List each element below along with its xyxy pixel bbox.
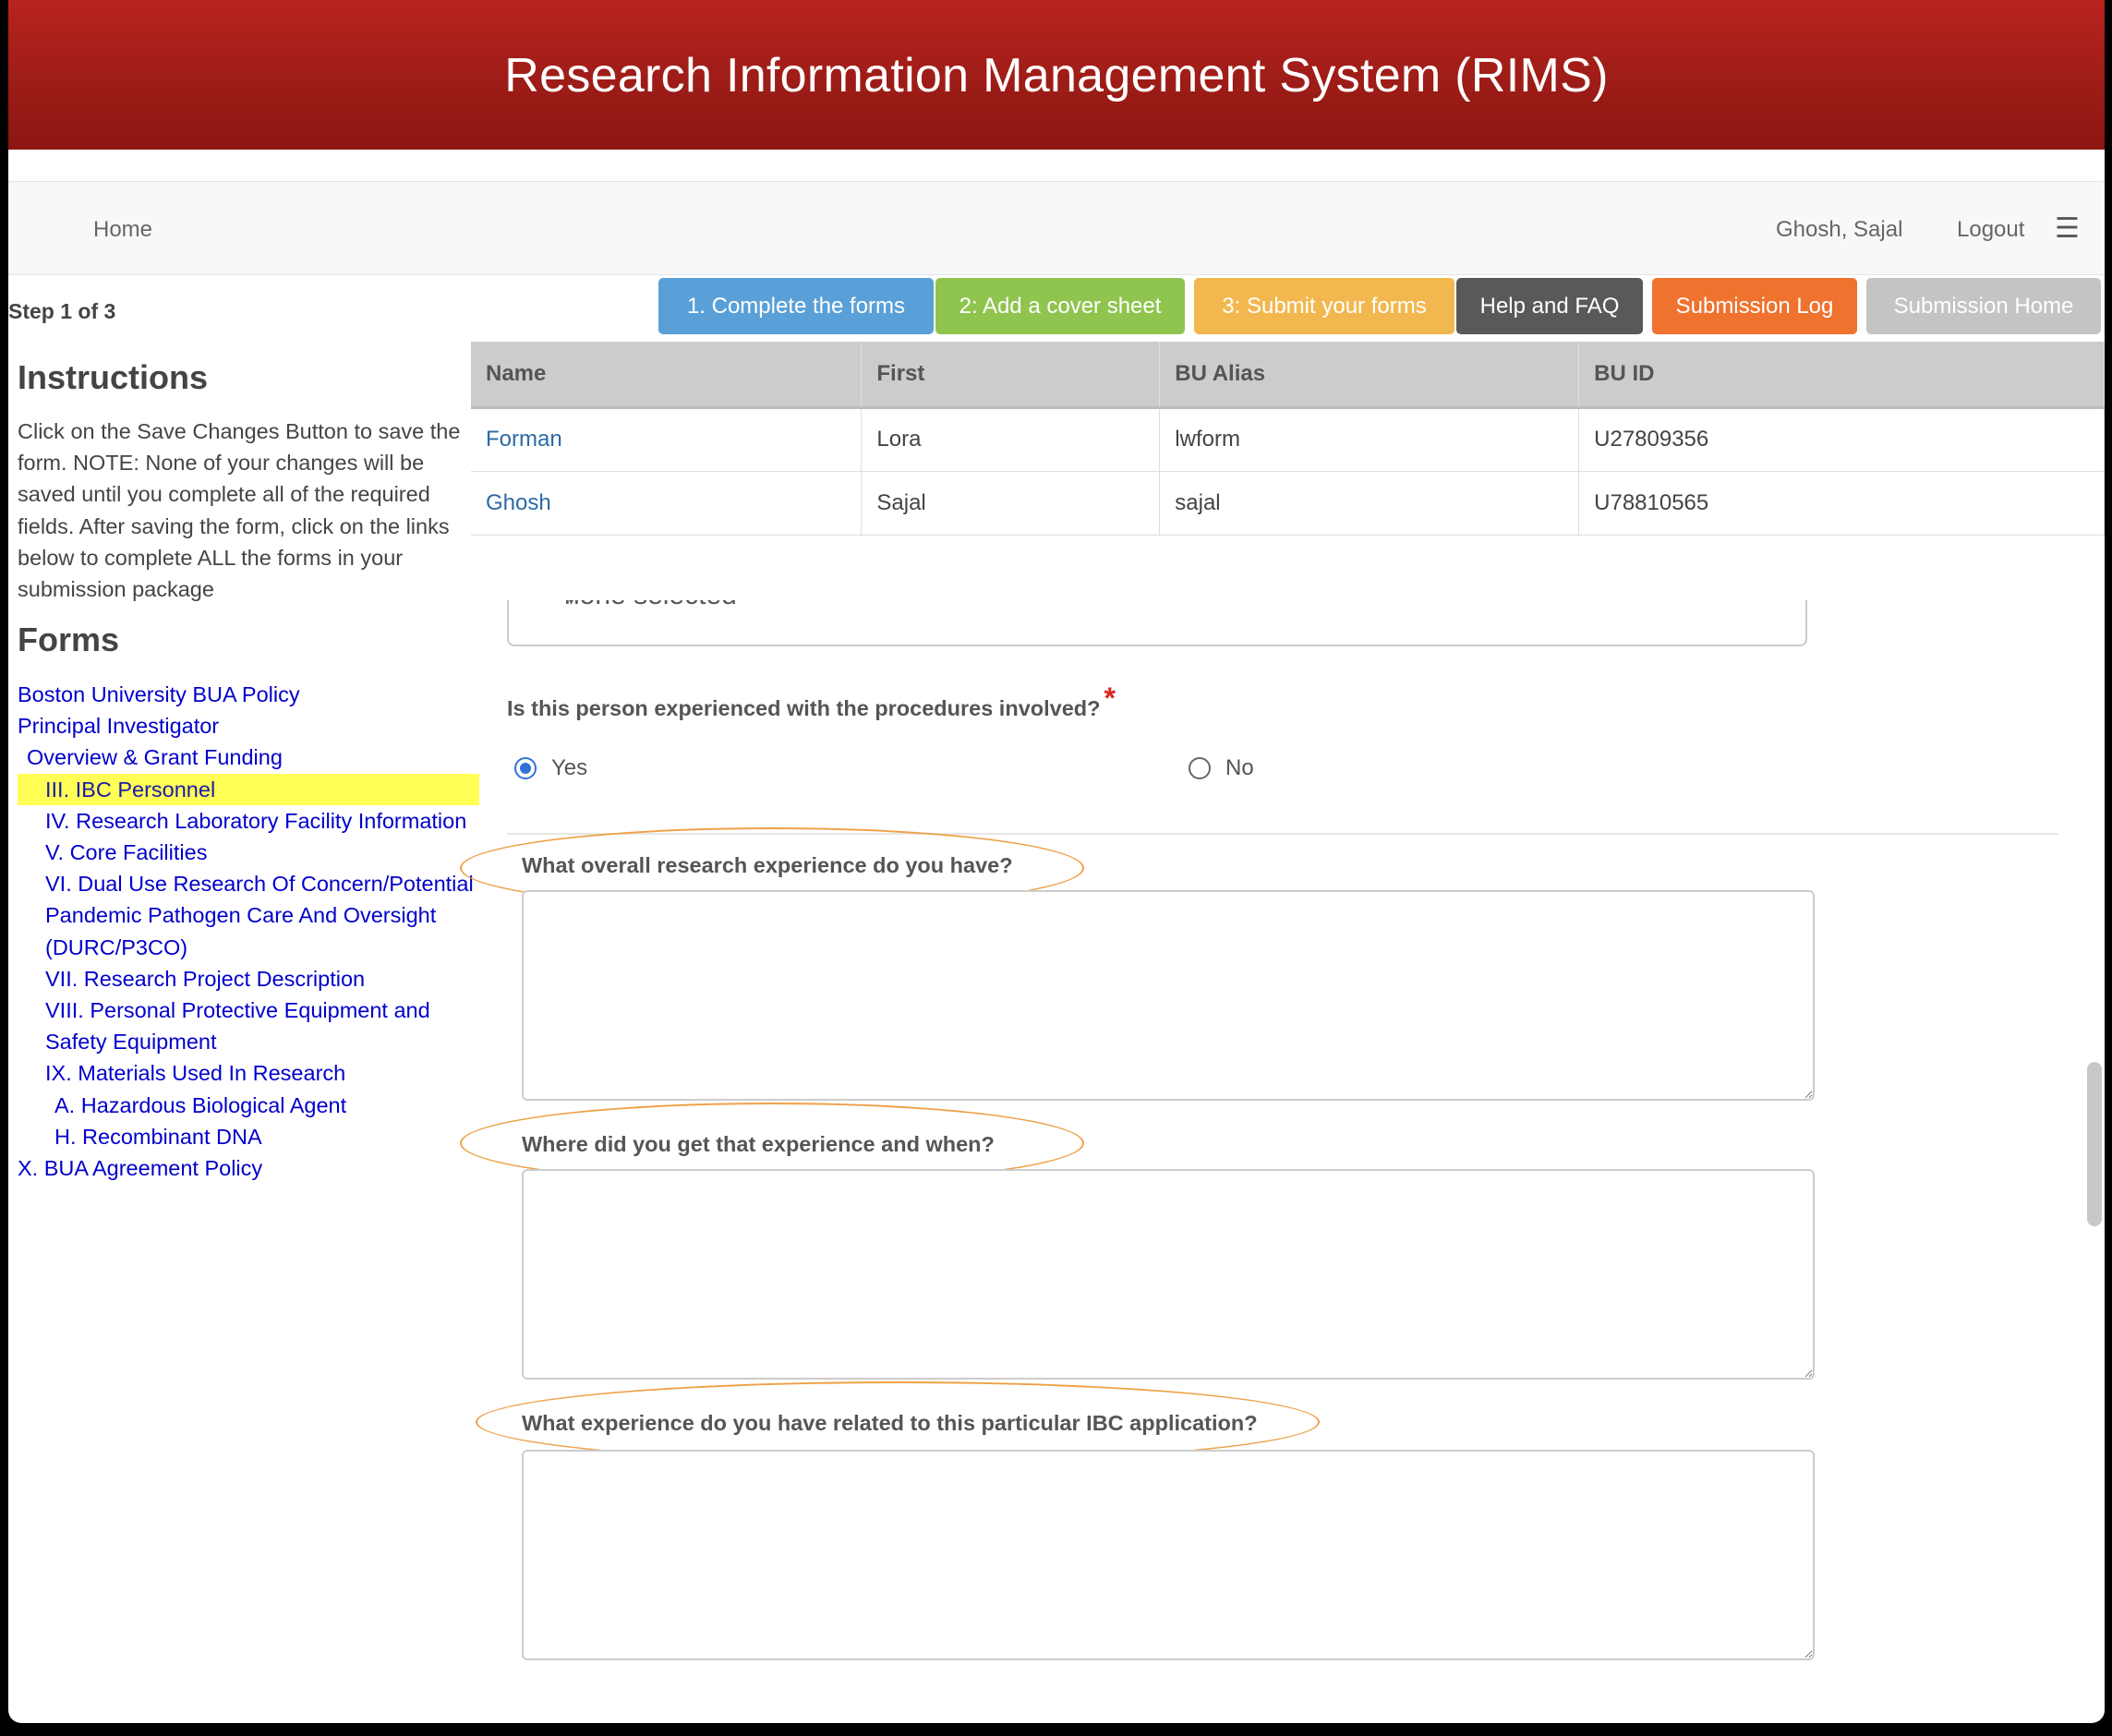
form-link-recombinant-dna[interactable]: H. Recombinant DNA xyxy=(18,1121,479,1152)
particular-experience-textarea[interactable] xyxy=(522,1450,1815,1660)
column-header-name[interactable]: Name xyxy=(471,342,863,409)
person-bu-alias: lwform xyxy=(1159,407,1580,472)
page-scrollbar-thumb[interactable] xyxy=(2087,1062,2102,1226)
submission-home-button[interactable]: Submission Home xyxy=(1866,278,2101,334)
radio-yes-indicator[interactable] xyxy=(514,757,537,779)
table-row[interactable]: Forman Lora lwform U27809356 xyxy=(471,407,2105,472)
form-link-research-lab-facility[interactable]: IV. Research Laboratory Facility Informa… xyxy=(18,805,479,837)
radio-no-indicator[interactable] xyxy=(1189,757,1211,779)
nav-home-link[interactable]: Home xyxy=(93,217,152,243)
form-link-durc-p3co[interactable]: VI. Dual Use Research Of Concern/Potenti… xyxy=(18,868,479,963)
form-link-core-facilities[interactable]: V. Core Facilities xyxy=(18,837,479,868)
radio-no[interactable]: No xyxy=(1189,755,1254,781)
role-select[interactable]: none selected ▾ xyxy=(507,600,1807,646)
forms-heading: Forms xyxy=(18,621,120,658)
question-overall-experience: What overall research experience do you … xyxy=(522,853,1013,877)
person-name-link[interactable]: Forman xyxy=(471,407,863,472)
column-header-first[interactable]: First xyxy=(861,342,1161,409)
person-bu-id: U27809356 xyxy=(1578,407,2105,472)
forms-nav-list: Boston University BUA Policy Principal I… xyxy=(18,679,479,1184)
column-header-bu-alias[interactable]: BU Alias xyxy=(1159,342,1580,409)
app-title: Research Information Management System (… xyxy=(504,49,1609,102)
form-link-hazardous-biological-agent[interactable]: A. Hazardous Biological Agent xyxy=(18,1090,479,1121)
required-asterisk: * xyxy=(1104,681,1116,715)
radio-yes[interactable]: Yes xyxy=(514,755,587,781)
procedures-question: Is this person experienced with the proc… xyxy=(507,681,1116,723)
person-bu-alias: sajal xyxy=(1159,471,1580,536)
help-faq-button[interactable]: Help and FAQ xyxy=(1456,278,1643,334)
person-bu-id: U78810565 xyxy=(1578,471,2105,536)
procedures-question-label: Is this person experienced with the proc… xyxy=(507,696,1101,720)
personnel-table-container: Name First BU Alias BU ID Forman Lora lw… xyxy=(471,342,2105,536)
table-row[interactable]: Ghosh Sajal sajal U78810565 xyxy=(471,471,2105,536)
chevron-down-icon: ▾ xyxy=(564,600,1791,612)
add-cover-sheet-button[interactable]: 2: Add a cover sheet xyxy=(935,278,1185,334)
step-indicator: Step 1 of 3 xyxy=(8,299,116,323)
form-link-principal-investigator[interactable]: Principal Investigator xyxy=(18,710,479,741)
radio-yes-label: Yes xyxy=(551,755,588,780)
form-link-bua-policy[interactable]: Boston University BUA Policy xyxy=(18,679,479,710)
radio-no-label: No xyxy=(1225,755,1254,780)
form-link-materials-used[interactable]: IX. Materials Used In Research xyxy=(18,1057,479,1089)
submission-log-button[interactable]: Submission Log xyxy=(1652,278,1857,334)
form-link-research-project-description[interactable]: VII. Research Project Description xyxy=(18,963,479,995)
form-link-bua-agreement-policy[interactable]: X. BUA Agreement Policy xyxy=(18,1152,479,1184)
person-first-name: Sajal xyxy=(861,471,1161,536)
nav-logout-link[interactable]: Logout xyxy=(1957,217,2024,243)
personnel-table: Name First BU Alias BU ID Forman Lora lw… xyxy=(471,342,2105,536)
browser-page: Research Information Management System (… xyxy=(8,0,2105,1723)
table-header-row: Name First BU Alias BU ID xyxy=(471,342,2105,409)
column-header-bu-id[interactable]: BU ID xyxy=(1578,342,2105,409)
instructions-heading: Instructions xyxy=(18,358,209,396)
person-name-link[interactable]: Ghosh xyxy=(471,471,863,536)
where-experience-textarea[interactable] xyxy=(522,1169,1815,1380)
question-particular-experience: What experience do you have related to t… xyxy=(522,1411,1258,1435)
instructions-text: Click on the Save Changes Button to save… xyxy=(18,419,461,602)
form-link-ppe-safety-equipment[interactable]: VIII. Personal Protective Equipment and … xyxy=(18,995,479,1057)
overall-experience-textarea[interactable] xyxy=(522,890,1815,1101)
person-first-name: Lora xyxy=(861,407,1161,472)
question-where-experience: Where did you get that experience and wh… xyxy=(522,1132,995,1156)
app-header: Research Information Management System (… xyxy=(8,0,2105,150)
hamburger-menu-icon[interactable]: ☰ xyxy=(2055,215,2080,243)
submit-forms-button[interactable]: 3: Submit your forms xyxy=(1194,278,1454,334)
top-navbar: Home Ghosh, Sajal Logout ☰ xyxy=(8,181,2105,275)
complete-forms-button[interactable]: 1. Complete the forms xyxy=(658,278,934,334)
form-link-overview-grant-funding[interactable]: Overview & Grant Funding xyxy=(18,741,479,773)
form-link-ibc-personnel[interactable]: III. IBC Personnel xyxy=(18,773,479,805)
nav-user-name[interactable]: Ghosh, Sajal xyxy=(1776,217,1902,243)
